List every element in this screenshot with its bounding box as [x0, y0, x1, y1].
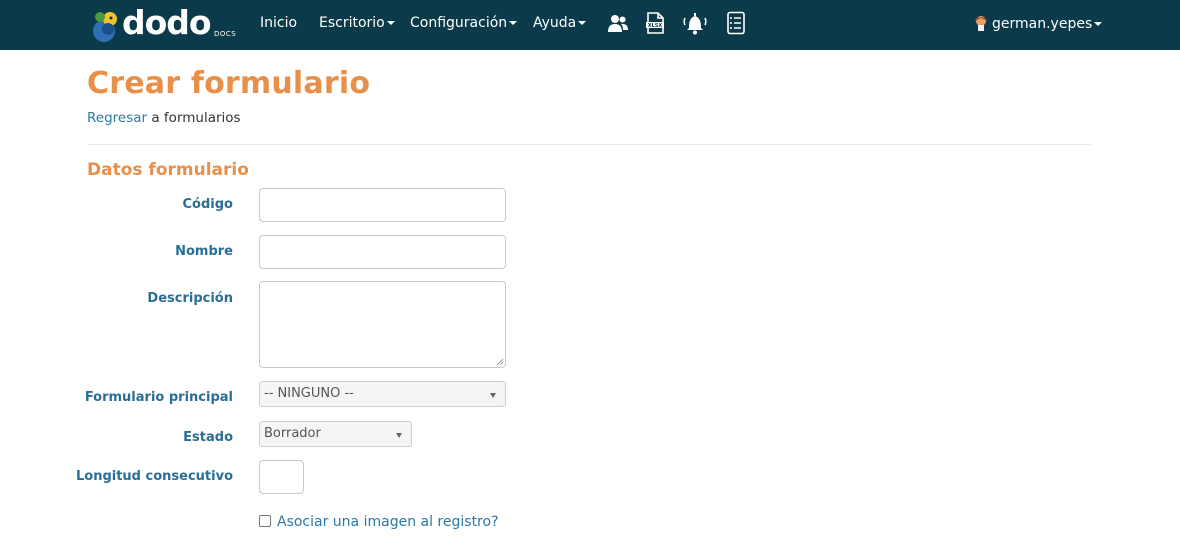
back-breadcrumb: Regresar a formularios [87, 110, 241, 126]
svg-text:XLSX: XLSX [648, 23, 663, 29]
nav-inicio[interactable]: Inicio [260, 15, 297, 31]
nav-ayuda-dropdown[interactable]: Ayuda [533, 15, 587, 31]
logo-subtext: DOCS [214, 30, 237, 38]
top-navbar: dodo DOCS Inicio Escritorio Configuració… [0, 0, 1180, 50]
codigo-label: Código [182, 197, 233, 212]
formulario-principal-select[interactable]: -- NINGUNO -- [259, 381, 506, 407]
formulario-principal-selected: -- NINGUNO -- [264, 386, 354, 401]
nav-escritorio-label: Escritorio [319, 15, 385, 31]
codigo-input[interactable] [259, 188, 506, 222]
nav-escritorio-dropdown[interactable]: Escritorio [319, 15, 395, 31]
caret-down-icon [509, 21, 518, 25]
estado-label: Estado [183, 430, 233, 445]
username-label: german.yepes [992, 16, 1093, 32]
nombre-input[interactable] [259, 235, 506, 269]
descripcion-label: Descripción [147, 291, 233, 306]
page-title: Crear formulario [87, 66, 371, 101]
nav-inicio-label: Inicio [260, 15, 298, 31]
back-suffix: a formularios [147, 110, 241, 126]
xlsx-file-icon[interactable]: XLSX [643, 11, 667, 35]
dropdown-arrow-icon [396, 433, 402, 438]
caret-down-icon [386, 21, 395, 25]
bell-icon[interactable] [681, 10, 709, 36]
nav-configuracion-dropdown[interactable]: Configuración [410, 15, 518, 31]
dropdown-arrow-icon [490, 393, 496, 398]
dodo-bird-icon [93, 12, 117, 42]
nav-ayuda-label: Ayuda [533, 15, 577, 31]
caret-down-icon [578, 21, 587, 25]
nav-configuracion-label: Configuración [410, 15, 508, 31]
caret-down-icon [1094, 22, 1103, 26]
asociar-imagen-row[interactable]: Asociar una imagen al registro? [259, 514, 499, 530]
user-menu-dropdown[interactable]: german.yepes [973, 15, 1103, 32]
logo-text: dodo [122, 3, 212, 42]
estado-selected: Borrador [264, 426, 321, 441]
nombre-label: Nombre [175, 244, 233, 259]
report-list-icon[interactable] [724, 11, 748, 35]
divider [87, 144, 1091, 145]
estado-select[interactable]: Borrador [259, 421, 412, 447]
user-avatar-icon [975, 16, 987, 31]
users-icon[interactable] [606, 11, 630, 35]
dodo-logo[interactable]: dodo DOCS [88, 3, 238, 44]
descripcion-textarea[interactable] [259, 281, 506, 368]
formulario-principal-label: Formulario principal [84, 390, 233, 405]
section-title: Datos formulario [87, 160, 249, 180]
longitud-consecutivo-label: Longitud consecutivo [75, 469, 233, 484]
asociar-imagen-checkbox[interactable] [259, 515, 271, 527]
resize-grip-icon[interactable] [496, 358, 503, 365]
longitud-consecutivo-input[interactable] [259, 460, 304, 494]
asociar-imagen-label[interactable]: Asociar una imagen al registro? [277, 514, 499, 530]
back-link[interactable]: Regresar [87, 110, 147, 126]
